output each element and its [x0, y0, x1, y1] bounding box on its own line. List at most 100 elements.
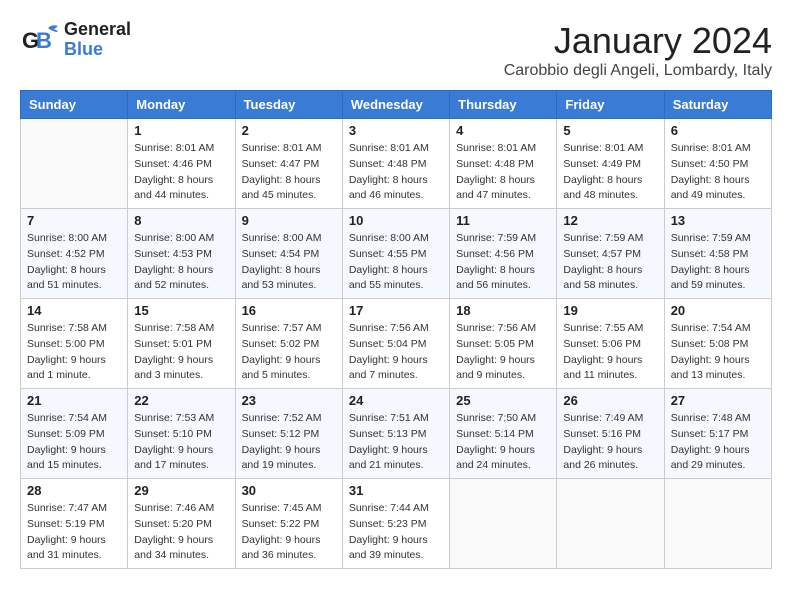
day-info: Sunrise: 7:55 AM Sunset: 5:06 PM Dayligh… — [563, 321, 657, 384]
logo-general: General — [64, 20, 131, 40]
day-info: Sunrise: 8:01 AM Sunset: 4:49 PM Dayligh… — [563, 141, 657, 204]
week-row-3: 14Sunrise: 7:58 AM Sunset: 5:00 PM Dayli… — [21, 299, 772, 389]
day-info: Sunrise: 7:58 AM Sunset: 5:01 PM Dayligh… — [134, 321, 228, 384]
day-number: 5 — [563, 123, 657, 138]
day-number: 2 — [242, 123, 336, 138]
calendar-header-row: SundayMondayTuesdayWednesdayThursdayFrid… — [21, 91, 772, 119]
day-info: Sunrise: 7:47 AM Sunset: 5:19 PM Dayligh… — [27, 501, 121, 564]
calendar-cell — [21, 119, 128, 209]
day-number: 1 — [134, 123, 228, 138]
day-number: 10 — [349, 213, 443, 228]
day-of-week-tuesday: Tuesday — [235, 91, 342, 119]
title-block: January 2024 Carobbio degli Angeli, Lomb… — [504, 20, 772, 80]
day-number: 17 — [349, 303, 443, 318]
week-row-2: 7 Sunrise: 8:00 AM Sunset: 4:52 PM Daylig… — [21, 209, 772, 299]
day-number: 12 — [563, 213, 657, 228]
day-number: 4 — [456, 123, 550, 138]
day-info: Sunrise: 8:01 AM Sunset: 4:47 PM Dayligh… — [242, 141, 336, 204]
day-number: 8 — [134, 213, 228, 228]
calendar-cell: 10 Sunrise: 8:00 AM Sunset: 4:55 PM Dayli… — [342, 209, 449, 299]
day-number: 3 — [349, 123, 443, 138]
calendar-table: SundayMondayTuesdayWednesdayThursdayFrid… — [20, 90, 772, 569]
day-of-week-thursday: Thursday — [450, 91, 557, 119]
day-of-week-sunday: Sunday — [21, 91, 128, 119]
calendar-cell: 23Sunrise: 7:52 AM Sunset: 5:12 PM Dayli… — [235, 389, 342, 479]
day-of-week-monday: Monday — [128, 91, 235, 119]
day-number: 14 — [27, 303, 121, 318]
day-info: Sunrise: 7:45 AM Sunset: 5:22 PM Dayligh… — [242, 501, 336, 564]
day-info: Sunrise: 7:59 AM Sunset: 4:58 PM Dayligh… — [671, 231, 765, 294]
week-row-5: 28 Sunrise: 7:47 AM Sunset: 5:19 PM Dayli… — [21, 479, 772, 569]
logo-icon: G B — [20, 20, 60, 60]
calendar-cell: 27 Sunrise: 7:48 AM Sunset: 5:17 PM Dayli… — [664, 389, 771, 479]
calendar-cell: 3Sunrise: 8:01 AM Sunset: 4:48 PM Daylig… — [342, 119, 449, 209]
calendar-cell: 7 Sunrise: 8:00 AM Sunset: 4:52 PM Daylig… — [21, 209, 128, 299]
day-info: Sunrise: 7:57 AM Sunset: 5:02 PM Dayligh… — [242, 321, 336, 384]
day-info: Sunrise: 7:46 AM Sunset: 5:20 PM Dayligh… — [134, 501, 228, 564]
page-header: G B General Blue January 2024 Carobbio d… — [20, 20, 772, 80]
calendar-cell: 9Sunrise: 8:00 AM Sunset: 4:54 PM Daylig… — [235, 209, 342, 299]
calendar-cell: 6 Sunrise: 8:01 AM Sunset: 4:50 PM Daylig… — [664, 119, 771, 209]
calendar-cell: 26 Sunrise: 7:49 AM Sunset: 5:16 PM Dayli… — [557, 389, 664, 479]
day-number: 28 — [27, 483, 121, 498]
svg-text:B: B — [36, 28, 52, 53]
calendar-cell: 1Sunrise: 8:01 AM Sunset: 4:46 PM Daylig… — [128, 119, 235, 209]
calendar-cell: 4Sunrise: 8:01 AM Sunset: 4:48 PM Daylig… — [450, 119, 557, 209]
day-number: 30 — [242, 483, 336, 498]
day-info: Sunrise: 7:44 AM Sunset: 5:23 PM Dayligh… — [349, 501, 443, 564]
week-row-4: 21Sunrise: 7:54 AM Sunset: 5:09 PM Dayli… — [21, 389, 772, 479]
logo-blue: Blue — [64, 40, 131, 60]
day-info: Sunrise: 7:54 AM Sunset: 5:09 PM Dayligh… — [27, 411, 121, 474]
day-number: 25 — [456, 393, 550, 408]
calendar-cell: 24Sunrise: 7:51 AM Sunset: 5:13 PM Dayli… — [342, 389, 449, 479]
calendar-cell — [664, 479, 771, 569]
day-of-week-wednesday: Wednesday — [342, 91, 449, 119]
calendar-cell: 20 Sunrise: 7:54 AM Sunset: 5:08 PM Dayli… — [664, 299, 771, 389]
day-info: Sunrise: 7:56 AM Sunset: 5:04 PM Dayligh… — [349, 321, 443, 384]
logo: G B General Blue — [20, 20, 131, 60]
day-number: 29 — [134, 483, 228, 498]
calendar-cell: 19Sunrise: 7:55 AM Sunset: 5:06 PM Dayli… — [557, 299, 664, 389]
day-info: Sunrise: 7:54 AM Sunset: 5:08 PM Dayligh… — [671, 321, 765, 384]
calendar-cell: 30 Sunrise: 7:45 AM Sunset: 5:22 PM Dayli… — [235, 479, 342, 569]
calendar-cell: 22 Sunrise: 7:53 AM Sunset: 5:10 PM Dayli… — [128, 389, 235, 479]
day-number: 9 — [242, 213, 336, 228]
day-number: 20 — [671, 303, 765, 318]
day-info: Sunrise: 8:00 AM Sunset: 4:53 PM Dayligh… — [134, 231, 228, 294]
day-info: Sunrise: 7:56 AM Sunset: 5:05 PM Dayligh… — [456, 321, 550, 384]
calendar-cell — [450, 479, 557, 569]
day-number: 7 — [27, 213, 121, 228]
day-info: Sunrise: 7:50 AM Sunset: 5:14 PM Dayligh… — [456, 411, 550, 474]
day-number: 16 — [242, 303, 336, 318]
location: Carobbio degli Angeli, Lombardy, Italy — [504, 62, 772, 80]
calendar-cell: 2 Sunrise: 8:01 AM Sunset: 4:47 PM Daylig… — [235, 119, 342, 209]
day-info: Sunrise: 7:48 AM Sunset: 5:17 PM Dayligh… — [671, 411, 765, 474]
logo-text: General Blue — [64, 20, 131, 60]
calendar-cell: 11Sunrise: 7:59 AM Sunset: 4:56 PM Dayli… — [450, 209, 557, 299]
day-info: Sunrise: 7:49 AM Sunset: 5:16 PM Dayligh… — [563, 411, 657, 474]
day-number: 6 — [671, 123, 765, 138]
calendar-cell: 18Sunrise: 7:56 AM Sunset: 5:05 PM Dayli… — [450, 299, 557, 389]
month-title: January 2024 — [504, 20, 772, 62]
day-number: 22 — [134, 393, 228, 408]
day-number: 31 — [349, 483, 443, 498]
calendar-cell: 8 Sunrise: 8:00 AM Sunset: 4:53 PM Daylig… — [128, 209, 235, 299]
day-number: 27 — [671, 393, 765, 408]
calendar-cell: 31 Sunrise: 7:44 AM Sunset: 5:23 PM Dayli… — [342, 479, 449, 569]
calendar-cell: 28 Sunrise: 7:47 AM Sunset: 5:19 PM Dayli… — [21, 479, 128, 569]
calendar-cell: 12 Sunrise: 7:59 AM Sunset: 4:57 PM Dayli… — [557, 209, 664, 299]
day-info: Sunrise: 7:53 AM Sunset: 5:10 PM Dayligh… — [134, 411, 228, 474]
day-of-week-saturday: Saturday — [664, 91, 771, 119]
calendar-cell: 16 Sunrise: 7:57 AM Sunset: 5:02 PM Dayli… — [235, 299, 342, 389]
day-info: Sunrise: 8:00 AM Sunset: 4:55 PM Dayligh… — [349, 231, 443, 294]
day-info: Sunrise: 7:51 AM Sunset: 5:13 PM Dayligh… — [349, 411, 443, 474]
week-row-1: 1Sunrise: 8:01 AM Sunset: 4:46 PM Daylig… — [21, 119, 772, 209]
calendar-cell: 15Sunrise: 7:58 AM Sunset: 5:01 PM Dayli… — [128, 299, 235, 389]
day-info: Sunrise: 8:01 AM Sunset: 4:50 PM Dayligh… — [671, 141, 765, 204]
calendar-cell: 17 Sunrise: 7:56 AM Sunset: 5:04 PM Dayli… — [342, 299, 449, 389]
day-info: Sunrise: 8:00 AM Sunset: 4:52 PM Dayligh… — [27, 231, 121, 294]
calendar-cell: 21Sunrise: 7:54 AM Sunset: 5:09 PM Dayli… — [21, 389, 128, 479]
day-number: 26 — [563, 393, 657, 408]
day-info: Sunrise: 7:59 AM Sunset: 4:57 PM Dayligh… — [563, 231, 657, 294]
calendar-cell: 5 Sunrise: 8:01 AM Sunset: 4:49 PM Daylig… — [557, 119, 664, 209]
